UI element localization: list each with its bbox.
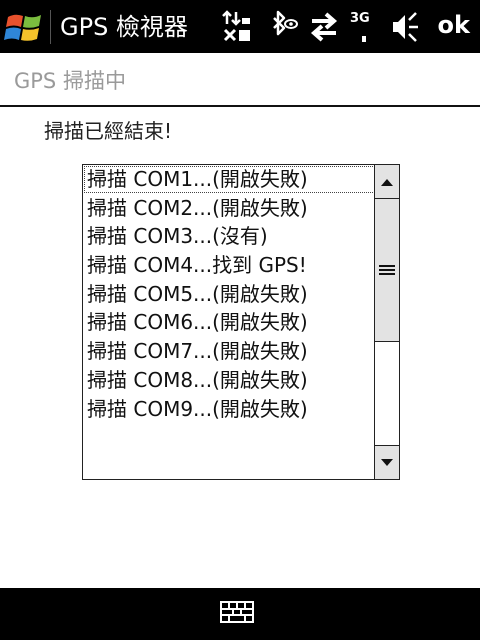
- network-transfer-icon[interactable]: [222, 8, 252, 46]
- windows-start-icon[interactable]: [4, 8, 46, 46]
- arrow-up-icon: [381, 179, 393, 186]
- header-divider: [0, 105, 480, 107]
- title-bar: GPS 檢視器 3G ok: [0, 0, 480, 53]
- page-title: GPS 掃描中: [14, 69, 126, 93]
- scroll-up-button[interactable]: [375, 165, 399, 199]
- app-title: GPS 檢視器: [60, 13, 188, 41]
- title-separator: [50, 10, 51, 44]
- scan-results-listbox[interactable]: 掃描 COM1...(開啟失敗) 掃描 COM2...(開啟失敗) 掃描 COM3.…: [82, 164, 400, 480]
- scrollbar[interactable]: [374, 165, 399, 479]
- list-item[interactable]: 掃描 COM5...(開啟失敗): [83, 280, 376, 309]
- grip-icon: [379, 265, 395, 275]
- list-item[interactable]: 掃描 COM6...(開啟失敗): [83, 308, 376, 337]
- list-item[interactable]: 掃描 COM1...(開啟失敗): [83, 165, 376, 194]
- network-type-label: 3G: [350, 11, 370, 26]
- scroll-thumb[interactable]: [375, 199, 399, 342]
- arrow-down-icon: [381, 459, 393, 466]
- scroll-down-button[interactable]: [375, 445, 399, 479]
- volume-mute-icon[interactable]: [390, 8, 420, 46]
- keyboard-icon[interactable]: [220, 600, 254, 624]
- ok-button[interactable]: ok: [438, 10, 470, 40]
- list-item[interactable]: 掃描 COM9...(開啟失敗): [83, 395, 376, 424]
- scan-status-text: 掃描已經結束!: [44, 119, 173, 143]
- list-item[interactable]: 掃描 COM7...(開啟失敗): [83, 337, 376, 366]
- content-area: GPS 掃描中 掃描已經結束! 掃描 COM1...(開啟失敗) 掃描 COM2.…: [0, 53, 480, 588]
- sync-arrows-icon[interactable]: [308, 8, 340, 46]
- soft-key-bar: [0, 588, 480, 640]
- scan-results-list[interactable]: 掃描 COM1...(開啟失敗) 掃描 COM2...(開啟失敗) 掃描 COM3.…: [83, 165, 376, 479]
- scroll-track[interactable]: [375, 342, 399, 445]
- bluetooth-icon[interactable]: [266, 8, 298, 46]
- list-item[interactable]: 掃描 COM8...(開啟失敗): [83, 366, 376, 395]
- list-item[interactable]: 掃描 COM2...(開啟失敗): [83, 194, 376, 223]
- list-item[interactable]: 掃描 COM3...(沒有): [83, 222, 376, 251]
- 3g-signal-icon[interactable]: 3G: [348, 8, 378, 46]
- list-item[interactable]: 掃描 COM4...找到 GPS!: [83, 251, 376, 280]
